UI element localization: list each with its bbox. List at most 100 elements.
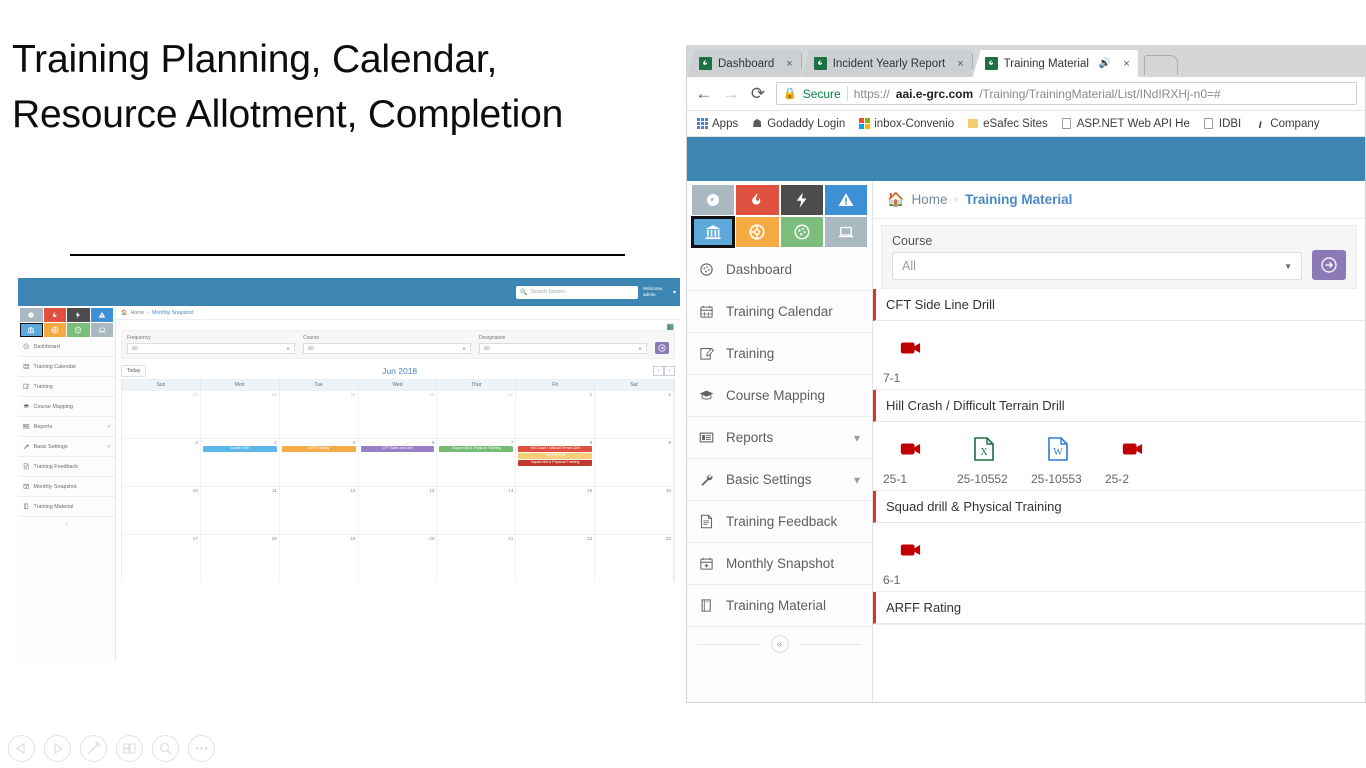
bookmark-item-1[interactable]: Apps <box>696 118 738 130</box>
calendar-day-cell[interactable]: 8 Hill Crash / Difficult Terrain Drill Hot… <box>516 439 596 486</box>
mini-sidebar-item-monthly-snapshot[interactable]: Monthly Snapshot <box>18 477 115 497</box>
previous-slide-button[interactable] <box>8 735 35 762</box>
training-tile[interactable] <box>690 216 736 248</box>
calendar-day-cell[interactable]: 1 <box>516 391 596 438</box>
sidebar-item-dashboard[interactable]: Dashboard <box>687 249 872 291</box>
breadcrumb-home[interactable]: Home <box>911 192 947 207</box>
calendar-day-cell[interactable]: 5 ARFF Rating <box>280 439 359 486</box>
ellipsis-icon[interactable] <box>188 735 215 762</box>
calendar-day-cell[interactable]: 3 <box>122 439 201 486</box>
warning-tile[interactable] <box>824 185 867 215</box>
calendar-day-cell[interactable]: 20 <box>359 535 438 582</box>
calendar-day-cell[interactable]: 18 <box>201 535 280 582</box>
mini-apply-filter-button[interactable] <box>655 342 669 354</box>
sidebar-collapse-button[interactable]: « <box>687 627 872 661</box>
forward-button[interactable]: → <box>722 85 740 102</box>
mini-lifebuoy-tile[interactable] <box>43 323 66 337</box>
excel-export-icon[interactable]: ▦ <box>666 322 674 331</box>
calendar-day-cell[interactable]: 14 <box>437 487 517 534</box>
sidebar-item-training-feedback[interactable]: Training Feedback <box>687 501 872 543</box>
calendar-event[interactable]: Hot Fire Drill <box>518 452 593 459</box>
next-slide-button[interactable] <box>44 735 71 762</box>
course-select[interactable]: All ▼ <box>892 252 1302 280</box>
grid-icon[interactable] <box>116 735 143 762</box>
calendar-day-cell[interactable]: 29 <box>280 391 359 438</box>
bookmark-item-7[interactable]: ı Company <box>1254 117 1320 131</box>
new-tab-button[interactable] <box>1143 55 1178 75</box>
sidebar-item-basic-settings[interactable]: Basic Settings ▾ <box>687 459 872 501</box>
calendar-day-cell[interactable]: 23 <box>595 535 674 582</box>
calendar-next-button[interactable]: › <box>664 366 675 376</box>
video-file-icon[interactable] <box>1095 432 1169 466</box>
mini-filter-select[interactable]: All ▼ <box>127 343 295 354</box>
calendar-event[interactable]: CFT Side Line Drill <box>360 446 435 452</box>
mini-sidebar-item-training[interactable]: Training <box>18 377 115 397</box>
bookmark-item-3[interactable]: inbox-Convenio <box>858 118 954 130</box>
calendar-prev-button[interactable]: ‹ <box>653 366 664 376</box>
mini-search-input[interactable]: 🔍 Search Screen <box>515 285 638 299</box>
chevron-down-icon[interactable]: ▾ <box>854 473 860 487</box>
home-icon[interactable]: 🏠 <box>887 191 904 208</box>
file-item[interactable]: 25-1 <box>873 432 947 486</box>
browser-tab-1[interactable]: Dashboard × <box>687 50 801 77</box>
bookmark-item-6[interactable]: IDBI <box>1203 118 1241 130</box>
mini-training-tile[interactable] <box>20 323 43 337</box>
excel-file-icon[interactable]: X <box>947 432 1021 466</box>
mini-fire-tile[interactable] <box>43 308 66 322</box>
mini-filter-select[interactable]: All ▼ <box>479 343 647 354</box>
bolt-tile[interactable] <box>780 185 823 215</box>
tab-close-button[interactable]: × <box>957 58 963 70</box>
address-bar[interactable]: 🔒 Secure https:// aai.e-grc.com/Training/… <box>776 82 1357 105</box>
calendar-day-cell[interactable]: 21 <box>437 535 517 582</box>
mini-sidebar-item-training-calendar[interactable]: Training Calendar <box>18 357 115 377</box>
sidebar-item-course-mapping[interactable]: Course Mapping <box>687 375 872 417</box>
mini-compass-tile[interactable] <box>20 308 43 322</box>
calendar-day-cell[interactable]: 10 <box>122 487 201 534</box>
mini-breadcrumb-home[interactable]: Home <box>130 310 144 316</box>
mini-sidebar-item-training-material[interactable]: Training Material <box>18 497 115 517</box>
calendar-day-cell[interactable]: 16 <box>595 487 674 534</box>
laptop-tile[interactable] <box>824 217 867 247</box>
file-item[interactable]: W 25-10553 <box>1021 432 1095 486</box>
calendar-day-cell[interactable]: 27 <box>122 391 201 438</box>
back-button[interactable]: ← <box>695 85 713 102</box>
lifebuoy-tile[interactable] <box>736 217 779 247</box>
file-item[interactable]: 25-2 <box>1095 432 1169 486</box>
compass-tile[interactable] <box>692 185 735 215</box>
browser-tab-2[interactable]: Incident Yearly Report × <box>801 50 972 77</box>
chevron-down-icon[interactable]: ▾ <box>854 431 860 445</box>
calendar-day-cell[interactable]: 7 Squad drill & Physical Training <box>437 439 517 486</box>
video-file-icon[interactable] <box>873 533 947 567</box>
calendar-day-cell[interactable]: 4 Ladder Drill <box>201 439 280 486</box>
mini-sidebar-item-training-feedback[interactable]: Training Feedback <box>18 457 115 477</box>
file-item[interactable]: 6-1 <box>873 533 947 587</box>
calendar-event[interactable]: Hill Crash / Difficult Terrain Drill <box>518 446 593 452</box>
calendar-event[interactable]: ARFF Rating <box>281 446 356 452</box>
apply-filter-button[interactable] <box>1312 250 1346 280</box>
mini-laptop-tile[interactable] <box>90 323 113 337</box>
file-item[interactable]: 7-1 <box>873 331 947 385</box>
tab-close-button[interactable]: × <box>786 58 792 70</box>
calendar-day-cell[interactable]: 12 <box>280 487 359 534</box>
calendar-day-cell[interactable]: 31 <box>437 391 517 438</box>
tab-close-button[interactable]: × <box>1123 58 1129 70</box>
pen-icon[interactable] <box>80 735 107 762</box>
mini-warning-tile[interactable] <box>90 308 113 322</box>
today-button[interactable]: Today <box>121 365 147 377</box>
video-file-icon[interactable] <box>873 432 947 466</box>
calendar-day-cell[interactable]: 17 <box>122 535 201 582</box>
video-file-icon[interactable] <box>873 331 947 365</box>
chevron-down-icon[interactable]: ▾ <box>673 289 676 296</box>
calendar-event[interactable]: Squad drill & Physical Training <box>439 446 514 452</box>
calendar-day-cell[interactable]: 19 <box>280 535 359 582</box>
mini-sidebar-item-course-mapping[interactable]: Course Mapping <box>18 397 115 417</box>
mini-collapse-button[interactable]: « <box>18 517 115 533</box>
calendar-event[interactable]: Squad drill & Physical Training <box>518 459 593 466</box>
calendar-day-cell[interactable]: 9 <box>595 439 674 486</box>
calendar-event[interactable]: Ladder Drill <box>202 446 277 452</box>
calendar-day-cell[interactable]: 6 CFT Side Line Drill <box>359 439 438 486</box>
fire-tile[interactable] <box>736 185 779 215</box>
mini-sidebar-item-reports[interactable]: Reports ▾ <box>18 417 115 437</box>
bookmark-item-2[interactable]: ☗ Godaddy Login <box>751 118 845 131</box>
sidebar-item-training-material[interactable]: Training Material <box>687 585 872 627</box>
